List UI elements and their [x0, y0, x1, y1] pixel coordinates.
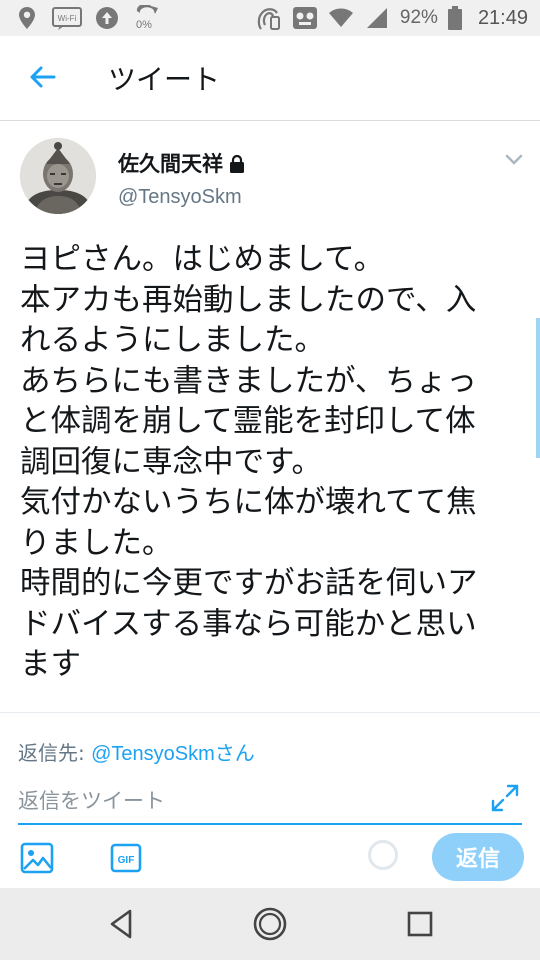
wifi-icon — [328, 5, 354, 31]
user-handle[interactable]: @TensyoSkm — [118, 186, 242, 209]
nav-back-button[interactable] — [102, 904, 142, 944]
avatar[interactable] — [20, 138, 96, 214]
lock-icon — [229, 154, 245, 178]
tweet-line: 時間的に今更ですがお話を伺いア — [20, 566, 478, 601]
wifi-calling-icon: Wi-Fi — [52, 5, 82, 31]
nav-back-icon — [110, 909, 132, 939]
tweet-menu-button[interactable] — [504, 152, 524, 166]
image-icon — [20, 842, 54, 874]
back-button[interactable] — [26, 60, 60, 94]
reply-input[interactable]: 返信をツイート — [18, 781, 522, 825]
add-photo-button[interactable] — [20, 841, 54, 875]
tweet-detail: 佐久間天祥 @TensyoSkm ヨピさん。はじめまして。 本アカも再始動しまし… — [0, 122, 540, 712]
character-counter — [368, 840, 398, 870]
tweet-line: ます — [20, 647, 81, 682]
tweet-line: れるようにしました。 — [20, 323, 325, 358]
tweet-line: 気付かないうちに体が壊れてて焦 — [20, 485, 477, 520]
reply-to-handle[interactable]: @TensyoSkm — [91, 743, 215, 765]
reply-composer: 返信先: @TensyoSkmさん 返信をツイート GIF 返信 — [0, 712, 540, 889]
battery-percent: 92% — [399, 7, 438, 28]
scrollbar[interactable] — [536, 318, 540, 458]
nav-home-icon — [253, 907, 287, 941]
tweet-text: ヨピさん。はじめまして。 本アカも再始動しましたので、入 れるようにしました。 … — [20, 240, 525, 686]
data-saver-icon: 0% — [132, 5, 162, 31]
chevron-down-icon — [505, 154, 523, 165]
tweet-line: 本アカも再始動しましたので、入 — [20, 282, 477, 318]
user-display-name[interactable]: 佐久間天祥 — [118, 148, 245, 178]
tweet-line: ドバイスする事なら可能かと思い — [20, 606, 477, 642]
nfc-icon — [256, 5, 282, 31]
back-arrow-icon — [30, 66, 56, 88]
clock: 21:49 — [477, 6, 528, 29]
nav-recents-button[interactable] — [400, 904, 440, 944]
nav-home-button[interactable] — [250, 904, 290, 944]
add-gif-button[interactable]: GIF — [110, 843, 142, 873]
tweet-line: 調回復に専念中です。 — [20, 444, 322, 480]
reply-to-line[interactable]: 返信先: @TensyoSkmさん — [18, 737, 255, 766]
tweet-line: りました。 — [20, 525, 173, 561]
signal-icon — [364, 5, 390, 31]
page-title: ツイート — [108, 63, 221, 96]
location-icon — [14, 5, 40, 31]
app-header: ツイート — [0, 36, 540, 121]
statue-avatar-icon — [20, 138, 96, 214]
reply-placeholder: 返信をツイート — [18, 789, 165, 813]
system-nav-bar — [0, 888, 540, 960]
gif-icon: GIF — [110, 843, 142, 873]
expand-button[interactable] — [490, 783, 520, 813]
svg-text:GIF: GIF — [118, 855, 135, 866]
status-bar: Wi-Fi 0% 92% 21:49 — [0, 0, 540, 36]
nav-recents-icon — [407, 911, 433, 937]
expand-icon — [491, 784, 519, 812]
reply-button[interactable]: 返信 — [432, 833, 524, 881]
svg-text:Wi-Fi: Wi-Fi — [58, 14, 77, 23]
tweet-line: ヨピさん。はじめまして。 — [20, 242, 385, 277]
tweet-line: あちらにも書きましたが、ちょっ — [20, 363, 477, 399]
battery-icon — [447, 5, 462, 31]
tweet-line: と体調を崩して霊能を封印して体 — [20, 404, 476, 439]
voicemail-icon — [292, 5, 318, 31]
upload-icon — [94, 5, 120, 31]
